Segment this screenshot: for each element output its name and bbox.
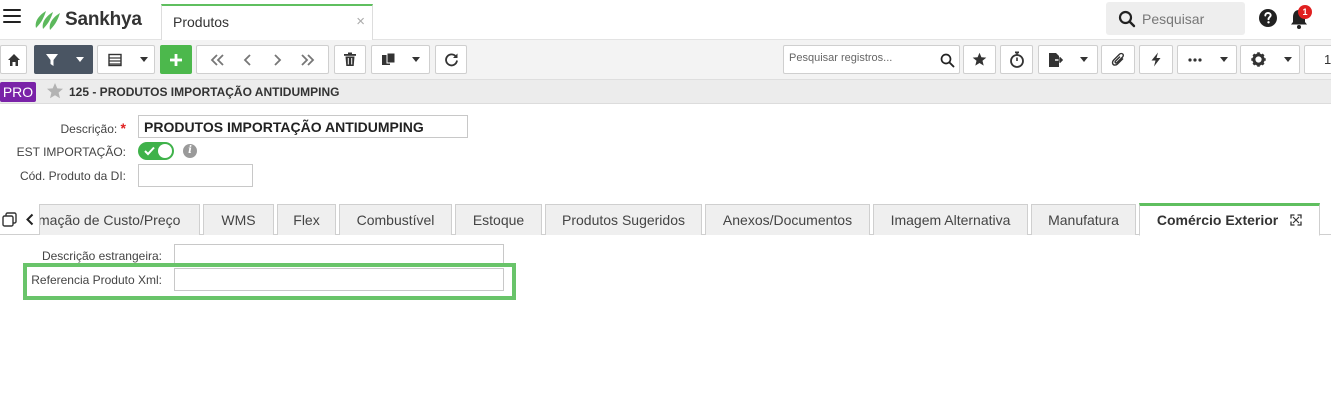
record-title-bar: PRO 125 - PRODUTOS IMPORTAÇÃO ANTIDUMPIN… [0,80,1331,104]
paperclip-icon [1111,52,1124,66]
export-button[interactable] [1038,45,1098,74]
tab-produtos-sugeridos[interactable]: Produtos Sugeridos [545,204,702,235]
copy-tabs-icon[interactable] [2,212,17,227]
refresh-button[interactable] [435,45,467,74]
more-dots-icon [1188,57,1202,62]
app-tab-produtos[interactable]: Produtos × [161,4,373,40]
trash-icon [344,52,356,66]
descricao-label: Descrição: * [60,120,126,136]
cod-produto-di-field[interactable] [138,164,253,187]
refresh-icon [444,53,458,67]
tab-flex[interactable]: Flex [277,204,336,235]
cod-produto-di-label: Cód. Produto da DI: [19,169,126,183]
home-icon [7,53,20,66]
export-document-icon [1049,52,1063,67]
home-button[interactable] [0,45,27,74]
sankhya-logo[interactable]: Sankhya [32,6,142,34]
est-importacao-label: EST IMPORTAÇÃO: [16,145,126,159]
module-badge: PRO [0,82,36,102]
settings-button[interactable] [1240,45,1300,74]
global-search[interactable] [1106,2,1245,35]
grid-view-icon [108,53,122,66]
sankhya-logo-icon [35,11,60,30]
favorites-button[interactable] [963,45,996,74]
stopwatch-icon [1009,51,1024,68]
record-title: 125 - PRODUTOS IMPORTAÇÃO ANTIDUMPING [69,85,340,99]
app-tab-title: Produtos [173,14,230,30]
records-search-input[interactable] [789,52,934,64]
tab-manufatura[interactable]: Manufatura [1031,204,1136,235]
more-options-button[interactable] [1177,45,1237,74]
est-importacao-toggle[interactable] [138,142,174,160]
attachments-button[interactable] [1101,45,1135,74]
expand-icon[interactable] [1290,214,1302,226]
notification-count-badge: 1 [1298,5,1312,19]
brand-name: Sankhya [65,9,142,30]
tab-imagem-alternativa[interactable]: Imagem Alternativa [873,204,1028,235]
toolbar: 1 [0,40,1331,80]
star-icon [972,52,987,66]
gear-icon [1251,52,1266,67]
tab-combustivel[interactable]: Combustível [339,204,452,235]
close-tab-icon[interactable]: × [356,13,365,30]
descricao-estrangeira-label: Descrição estrangeira: [41,249,162,263]
lightning-icon [1151,52,1161,67]
descricao-field[interactable] [138,115,468,138]
copy-button[interactable] [371,45,430,74]
page-number-input[interactable]: 1 [1304,45,1331,74]
first-record-icon[interactable] [209,53,225,67]
records-search-icon[interactable] [940,53,955,68]
tab-comercio-exterior[interactable]: Comércio Exterior [1139,203,1320,236]
copy-icon [382,52,396,65]
grid-view-button[interactable] [97,45,155,74]
filter-icon [46,53,58,66]
highlight-box [23,263,516,300]
actions-button[interactable] [1139,45,1173,74]
delete-button[interactable] [334,45,366,74]
menu-icon[interactable] [3,9,21,27]
tab-formacao-custo-preco[interactable]: mação de Custo/Preço [39,204,200,235]
previous-record-icon[interactable] [242,53,254,67]
top-bar: Sankhya Produtos × 1 [0,0,1331,40]
tab-anexos-documentos[interactable]: Anexos/Documentos [705,204,870,235]
global-search-input[interactable] [1142,10,1242,27]
plus-icon [170,53,182,66]
toggle-knob [158,144,172,158]
tab-estoque[interactable]: Estoque [455,204,542,235]
tab-comercio-exterior-label: Comércio Exterior [1156,212,1279,228]
settings-dropdown-caret-icon[interactable] [1284,57,1292,62]
filter-dropdown-caret-icon[interactable] [76,57,84,62]
filter-button[interactable] [34,45,93,74]
required-asterisk: * [120,120,126,136]
help-icon[interactable] [1258,8,1278,28]
grid-view-dropdown-caret-icon[interactable] [140,57,148,62]
more-options-dropdown-caret-icon[interactable] [1220,57,1228,62]
next-record-icon[interactable] [271,53,283,67]
check-icon [144,146,155,156]
tabs-row: mação de Custo/Preço WMS Flex Combustíve… [0,203,1331,236]
records-search[interactable] [783,45,960,74]
favorite-star-icon[interactable] [46,82,64,100]
info-icon[interactable]: i [183,144,197,158]
last-record-icon[interactable] [300,53,316,67]
tab-wms[interactable]: WMS [203,204,274,235]
timer-button[interactable] [1000,45,1033,74]
copy-dropdown-caret-icon[interactable] [412,57,420,62]
scroll-tabs-left-icon[interactable] [25,213,35,226]
add-record-button[interactable] [160,45,192,74]
search-icon [1118,10,1136,27]
record-navigation-group [196,45,329,74]
export-dropdown-caret-icon[interactable] [1080,57,1088,62]
